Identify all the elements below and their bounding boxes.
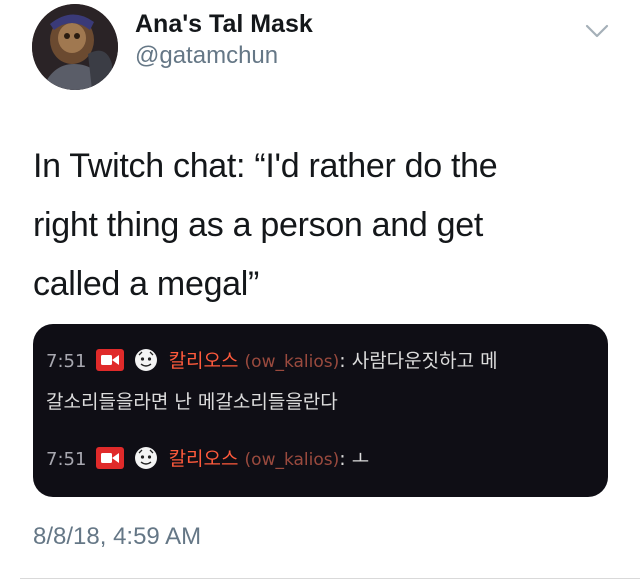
- tweet-text-line: In Twitch chat: “I'd rather do the: [33, 147, 498, 185]
- chat-screenshot[interactable]: 7:51 칼리오스 (ow_kalios): 사람다운짓하고 메 갈소리들을라면…: [33, 324, 608, 497]
- chat-message-text: 갈소리들을라면 난 메갈소리들을란다: [46, 391, 338, 413]
- username-handle[interactable]: @gatamchun: [135, 42, 278, 70]
- chat-username[interactable]: 칼리오스: [169, 350, 239, 372]
- chat-login[interactable]: (ow_kalios): [245, 352, 340, 372]
- display-name[interactable]: Ana's Tal Mask: [135, 10, 313, 39]
- chat-message: 7:51 칼리오스 (ow_kalios): ㅗ: [46, 444, 369, 471]
- video-badge-icon: [96, 349, 125, 371]
- chat-username[interactable]: 칼리오스: [169, 448, 239, 470]
- divider: [20, 578, 640, 579]
- video-badge-icon: [96, 447, 125, 469]
- tweet-text: In Twitch chat: “I'd rather do the right…: [33, 137, 613, 314]
- chat-time: 7:51: [46, 449, 87, 470]
- chevron-down-icon[interactable]: [584, 22, 610, 40]
- chat-login[interactable]: (ow_kalios): [245, 450, 340, 470]
- tweet-text-line: right thing as a person and get: [33, 206, 484, 244]
- avatar[interactable]: [32, 4, 118, 90]
- chat-message-text: : ㅗ: [339, 448, 370, 470]
- avatar-image: [32, 4, 118, 90]
- face-badge-icon: [134, 447, 157, 469]
- tweet-text-line: called a megal”: [33, 265, 260, 303]
- chat-message: 7:51 칼리오스 (ow_kalios): 사람다운짓하고 메: [46, 346, 498, 373]
- chat-message-continuation: 갈소리들을라면 난 메갈소리들을란다: [46, 387, 338, 414]
- tweet-timestamp[interactable]: 8/8/18, 4:59 AM: [33, 523, 201, 551]
- chat-message-text: : 사람다운짓하고 메: [339, 350, 498, 372]
- face-badge-icon: [134, 349, 157, 371]
- chat-time: 7:51: [46, 351, 87, 372]
